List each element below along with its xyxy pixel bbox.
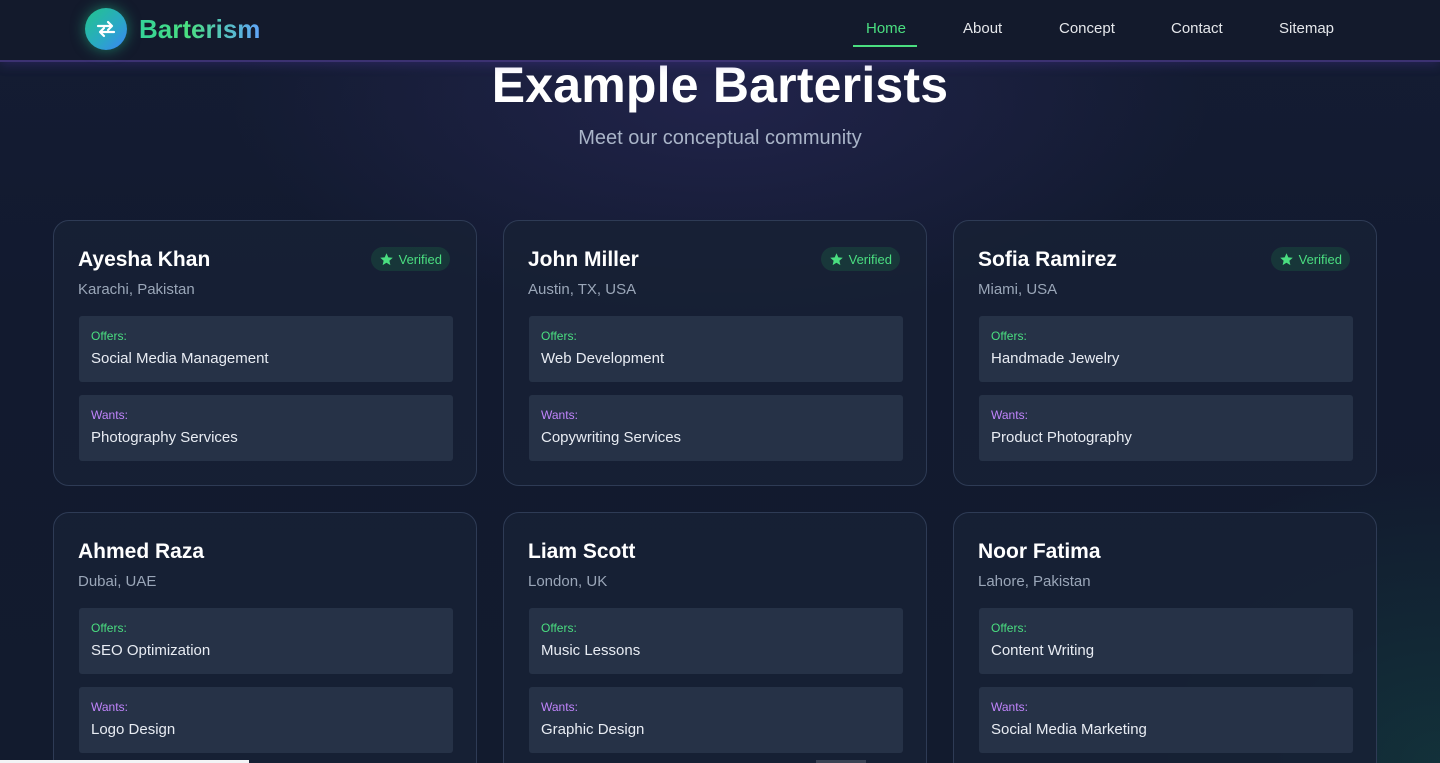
verified-badge: Verified [370,247,450,271]
verified-label: Verified [398,251,442,267]
nav-home[interactable]: Home [866,20,906,37]
wants-label: Wants: [91,408,128,422]
barterist-name: Liam Scott [528,540,636,563]
barterist-location: Miami, USA [978,281,1058,298]
barterist-card[interactable]: Noor Fatima Lahore, Pakistan Offers: Con… [953,512,1377,763]
barterist-name: Ayesha Khan [78,248,211,271]
wants-value: Graphic Design [541,721,645,738]
offers-box: Offers: SEO Optimization [79,608,453,674]
barterist-location: Dubai, UAE [78,573,157,590]
verified-label: Verified [848,251,892,267]
barterist-location: Karachi, Pakistan [78,281,195,298]
barterist-name: Noor Fatima [978,540,1101,563]
offers-label: Offers: [541,621,577,635]
wants-label: Wants: [91,700,128,714]
barterist-card[interactable]: John Miller Austin, TX, USA Verified Off… [503,220,927,486]
wants-box: Wants: Social Media Marketing [979,687,1353,753]
barterist-card[interactable]: Ahmed Raza Dubai, UAE Offers: SEO Optimi… [53,512,477,763]
wants-label: Wants: [991,408,1028,422]
offers-box: Offers: Social Media Management [79,316,453,382]
barterist-card[interactable]: Liam Scott London, UK Offers: Music Less… [503,512,927,763]
wants-box: Wants: Logo Design [79,687,453,753]
nav-active-indicator [853,45,917,47]
wants-label: Wants: [541,700,578,714]
offers-box: Offers: Handmade Jewelry [979,316,1353,382]
wants-box: Wants: Photography Services [79,395,453,461]
star-icon [379,252,393,265]
nav-concept[interactable]: Concept [1059,20,1115,37]
page-title: Example Barterists [491,57,949,113]
offers-label: Offers: [91,329,127,343]
wants-value: Product Photography [991,429,1132,446]
barterist-location: Lahore, Pakistan [978,573,1091,590]
offers-value: SEO Optimization [91,642,211,659]
offers-label: Offers: [541,329,577,343]
page-subtitle: Meet our conceptual community [578,127,862,149]
offers-value: Web Development [541,350,665,367]
verified-badge: Verified [1270,247,1350,271]
barterist-card[interactable]: Ayesha Khan Karachi, Pakistan Verified O… [53,220,477,486]
star-icon [829,252,843,265]
wants-box: Wants: Copywriting Services [529,395,903,461]
offers-label: Offers: [91,621,127,635]
barterist-name: Ahmed Raza [78,540,205,563]
offers-value: Handmade Jewelry [991,350,1120,367]
barterist-location: London, UK [528,573,608,590]
offers-label: Offers: [991,621,1027,635]
offers-label: Offers: [991,329,1027,343]
barterist-location: Austin, TX, USA [528,281,637,298]
wants-box: Wants: Graphic Design [529,687,903,753]
offers-box: Offers: Content Writing [979,608,1353,674]
barterist-card[interactable]: Sofia Ramirez Miami, USA Verified Offers… [953,220,1377,486]
wants-label: Wants: [991,700,1028,714]
offers-box: Offers: Music Lessons [529,608,903,674]
verified-badge: Verified [820,247,900,271]
navbar: Barterism Home About Concept Contact Sit… [0,0,1440,62]
nav-sitemap[interactable]: Sitemap [1279,20,1334,37]
offers-box: Offers: Web Development [529,316,903,382]
wants-value: Social Media Marketing [991,721,1147,738]
barterist-name: Sofia Ramirez [978,248,1117,271]
offers-value: Social Media Management [91,350,269,367]
nav-menu: Home About Concept Contact Sitemap [0,0,1440,60]
barterist-name: John Miller [528,248,639,271]
nav-about[interactable]: About [963,20,1002,37]
star-icon [1279,252,1293,265]
wants-value: Logo Design [91,721,176,738]
wants-box: Wants: Product Photography [979,395,1353,461]
nav-contact[interactable]: Contact [1171,20,1223,37]
verified-label: Verified [1298,251,1342,267]
offers-value: Content Writing [991,642,1095,659]
wants-value: Copywriting Services [541,429,682,446]
wants-value: Photography Services [91,429,238,446]
wants-label: Wants: [541,408,578,422]
offers-value: Music Lessons [541,642,641,659]
